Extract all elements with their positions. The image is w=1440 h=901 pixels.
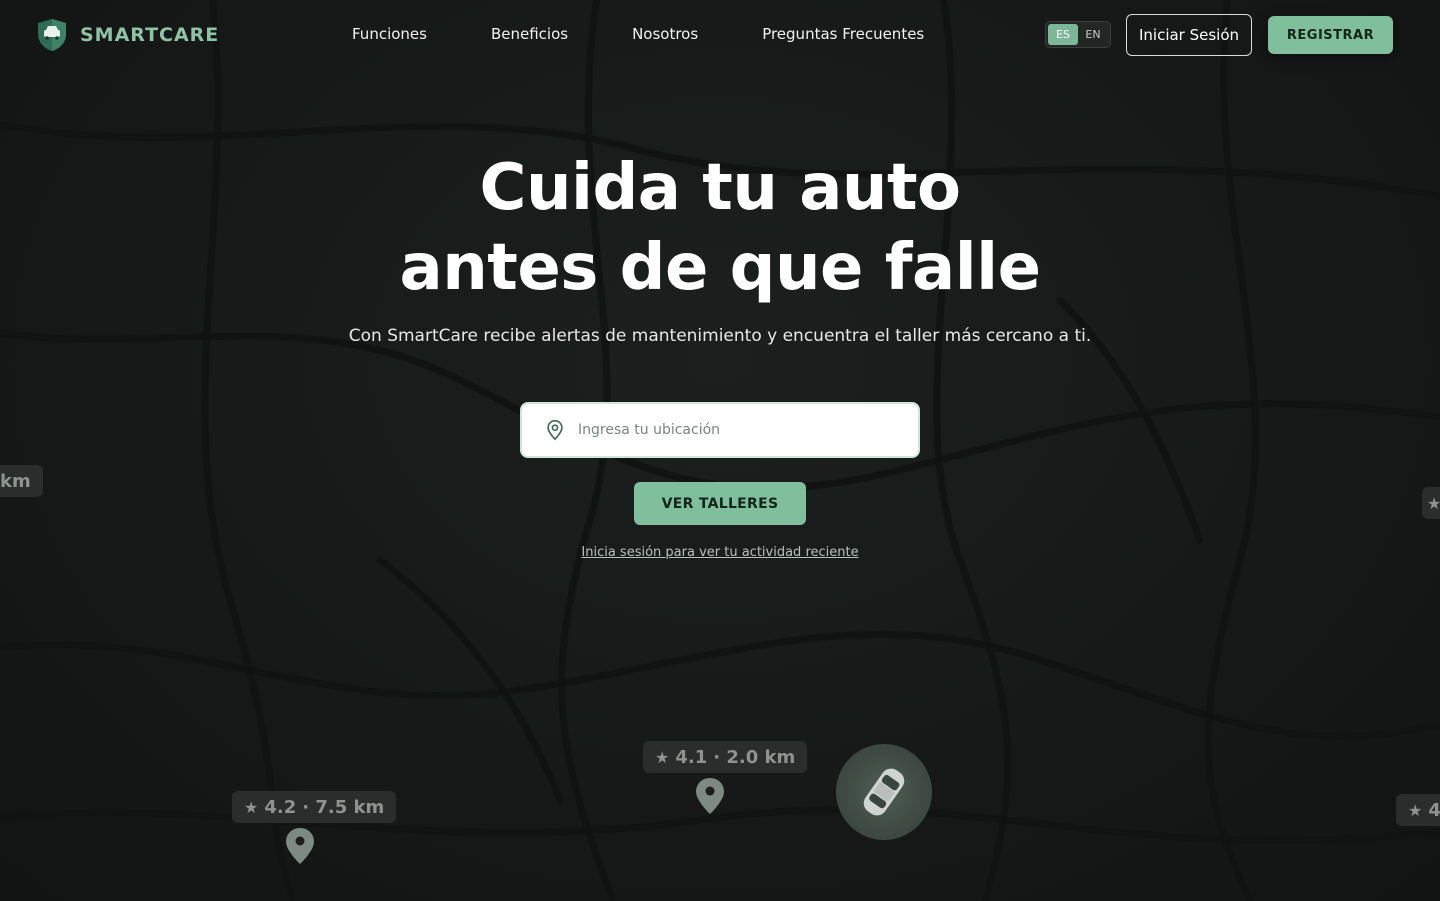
view-workshops-button[interactable]: VER TALLERES xyxy=(634,482,806,525)
login-activity-link[interactable]: Inicia sesión para ver tu actividad reci… xyxy=(581,545,858,560)
login-button[interactable]: Iniciar Sesión xyxy=(1126,14,1252,56)
nav-link-funciones[interactable]: Funciones xyxy=(352,25,427,43)
hero-title-line1: Cuida tu auto xyxy=(479,151,962,225)
nav-link-beneficios[interactable]: Beneficios xyxy=(491,25,568,43)
marker-rating: 4.2 xyxy=(264,796,297,818)
star-icon: ★ xyxy=(655,747,670,767)
language-option-en[interactable]: EN xyxy=(1078,24,1108,45)
location-pin-icon xyxy=(547,420,563,441)
map-marker-chip[interactable]: ★ 4.1 · 2.0 km xyxy=(643,741,808,773)
language-toggle: ES EN xyxy=(1045,21,1111,48)
location-search xyxy=(520,402,920,458)
register-button[interactable]: REGISTRAR xyxy=(1268,16,1393,54)
map-pin-icon[interactable] xyxy=(282,826,318,866)
nav-link-faq[interactable]: Preguntas Frecuentes xyxy=(762,25,924,43)
marker-rating: 4 xyxy=(1428,799,1440,821)
nav-link-nosotros[interactable]: Nosotros xyxy=(632,25,698,43)
language-option-es[interactable]: ES xyxy=(1048,24,1078,45)
map-pin-icon[interactable] xyxy=(692,776,728,816)
star-icon: ★ xyxy=(1408,800,1423,820)
car-icon xyxy=(863,768,905,816)
map-marker-chip[interactable]: ★ xyxy=(1422,487,1440,519)
shield-car-icon xyxy=(38,19,66,51)
marker-rating: 4.1 xyxy=(675,746,708,768)
map-marker-chip[interactable]: ★ 4.2 · 7.5 km xyxy=(232,791,397,823)
brand-name: SMARTCARE xyxy=(80,24,220,46)
brand-logo[interactable]: SMARTCARE xyxy=(36,18,219,52)
hero-title: Cuida tu auto antes de que falle xyxy=(0,148,1440,308)
user-car-marker xyxy=(836,744,932,840)
marker-distance: · 2.0 km xyxy=(713,746,796,768)
top-navbar: SMARTCARE Funciones Beneficios Nosotros … xyxy=(0,0,1440,70)
main-nav: Funciones Beneficios Nosotros Preguntas … xyxy=(352,25,924,43)
activity-link-wrap: Inicia sesión para ver tu actividad reci… xyxy=(0,545,1440,560)
hero-title-line2: antes de que falle xyxy=(399,231,1042,305)
hero-subtitle: Con SmartCare recibe alertas de mantenim… xyxy=(348,326,1092,346)
star-icon: ★ xyxy=(244,797,259,817)
location-input[interactable] xyxy=(578,422,898,438)
marker-distance: · 7.5 km xyxy=(302,796,385,818)
star-icon: ★ xyxy=(1427,493,1440,513)
map-marker-chip[interactable]: km xyxy=(0,465,43,497)
map-marker-chip[interactable]: ★ 4 xyxy=(1396,794,1440,826)
marker-distance: km xyxy=(0,470,31,492)
landing-page: SMARTCARE Funciones Beneficios Nosotros … xyxy=(0,0,1440,901)
